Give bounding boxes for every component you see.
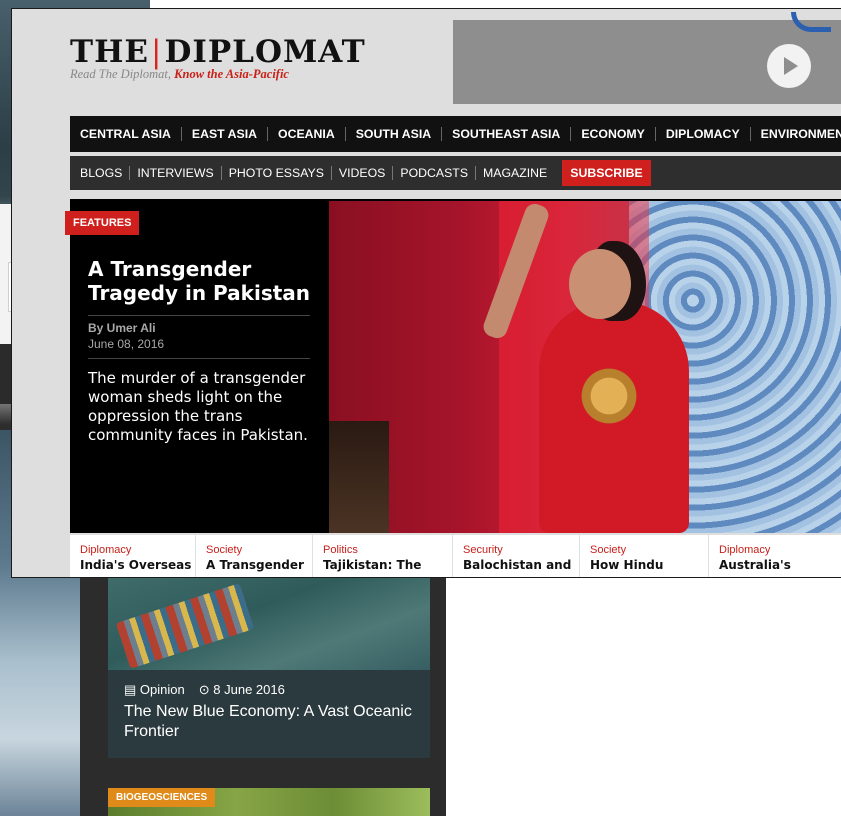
feature-date: June 08, 2016 [88,337,165,351]
newspaper-icon: ▤ [124,682,137,697]
feature-photo[interactable] [329,201,841,533]
nav-south-asia[interactable]: SOUTH ASIA [346,127,443,141]
story-category[interactable]: Security [463,544,569,557]
story-category[interactable]: Diplomacy [80,544,185,557]
card-category: ▤ Opinion [124,682,185,698]
nav-central-asia[interactable]: CENTRAL ASIA [70,127,182,141]
nav-environment[interactable]: ENVIRONMENT [751,127,841,141]
story-category[interactable]: Society [590,544,698,557]
story-item[interactable]: Society How Hindu [580,535,709,577]
logo-title-right: DIPLOMAT [164,34,366,70]
nav-east-asia[interactable]: EAST ASIA [182,127,269,141]
ad-logo-fragment [791,12,831,32]
feature-title[interactable]: A Transgender Tragedy in Pakistan [88,257,318,305]
logo-divider: | [151,34,163,70]
feature-description: The murder of a transgender woman sheds … [88,369,308,444]
background-article-card[interactable]: ▤ Opinion ⊙ 8 June 2016 The New Blue Eco… [108,578,430,758]
story-title[interactable]: Balochistan and [463,557,571,573]
story-item[interactable]: Diplomacy Australia's [709,535,841,577]
nav-oceania[interactable]: OCEANIA [268,127,346,141]
tagline-prefix: Read The Diplomat, [70,67,172,81]
site-logo[interactable]: THE|DIPLOMAT Read The Diplomat, Know the… [70,35,366,82]
card-date: ⊙ 8 June 2016 [199,682,285,698]
story-item[interactable]: Politics Tajikistan: The [313,535,453,577]
features-tag[interactable]: FEATURES [65,211,140,235]
advertisement-banner[interactable] [453,12,841,104]
photo-embroidery [564,356,654,436]
nav-podcasts[interactable]: PODCASTS [393,166,477,180]
story-item[interactable]: Security Balochistan and [453,535,580,577]
card-meta: ▤ Opinion ⊙ 8 June 2016 [124,682,285,698]
story-title[interactable]: Australia's [719,557,832,573]
story-item[interactable]: Diplomacy India's Overseas [70,535,196,577]
tagline-emphasis: Know the Asia-Pacific [174,67,289,81]
play-icon[interactable] [767,44,811,88]
card-image [108,578,430,670]
nav-interviews[interactable]: INTERVIEWS [130,166,222,180]
clock-icon: ⊙ [198,682,210,697]
nav-southeast-asia[interactable]: SOUTHEAST ASIA [442,127,572,141]
featured-article[interactable]: FEATURES A Transgender Tragedy in Pakist… [65,199,841,533]
divider [88,315,310,316]
logo-title: THE|DIPLOMAT [70,35,366,69]
card-category-label: Opinion [139,682,185,697]
nav-photo-essays[interactable]: PHOTO ESSAYS [222,166,332,180]
primary-navigation: CENTRAL ASIA EAST ASIA OCEANIA SOUTH ASI… [70,116,841,152]
story-category[interactable]: Society [206,544,302,557]
secondary-navigation: BLOGS INTERVIEWS PHOTO ESSAYS VIDEOS POD… [70,156,841,190]
story-title[interactable]: Tajikistan: The [323,557,442,573]
card-title[interactable]: The New Blue Economy: A Vast Oceanic Fro… [124,702,420,742]
nav-magazine[interactable]: MAGAZINE [476,166,554,180]
story-strip: Diplomacy India's Overseas Society A Tra… [70,535,841,577]
photo-shelf [329,421,389,533]
feature-author[interactable]: By Umer Ali [88,321,156,335]
story-title[interactable]: A Transgender [206,557,304,573]
background-article-card-2[interactable]: BIOGEOSCIENCES [108,788,430,816]
nav-economy[interactable]: ECONOMY [571,127,656,141]
nav-diplomacy[interactable]: DIPLOMACY [656,127,751,141]
story-category[interactable]: Diplomacy [719,544,832,557]
divider [88,358,310,359]
photo-face [569,249,631,319]
nav-videos[interactable]: VIDEOS [332,166,394,180]
subscribe-button[interactable]: SUBSCRIBE [562,160,651,186]
story-item[interactable]: Society A Transgender [196,535,313,577]
browser-window: THE|DIPLOMAT Read The Diplomat, Know the… [11,8,841,578]
card-date-label: 8 June 2016 [213,682,285,697]
nav-blogs[interactable]: BLOGS [70,166,131,180]
story-title[interactable]: How Hindu [590,557,698,573]
ship-image [115,583,255,669]
story-category[interactable]: Politics [323,544,442,557]
story-title[interactable]: India's Overseas [80,557,191,573]
logo-title-left: THE [70,34,149,70]
card-tag: BIOGEOSCIENCES [108,788,216,807]
